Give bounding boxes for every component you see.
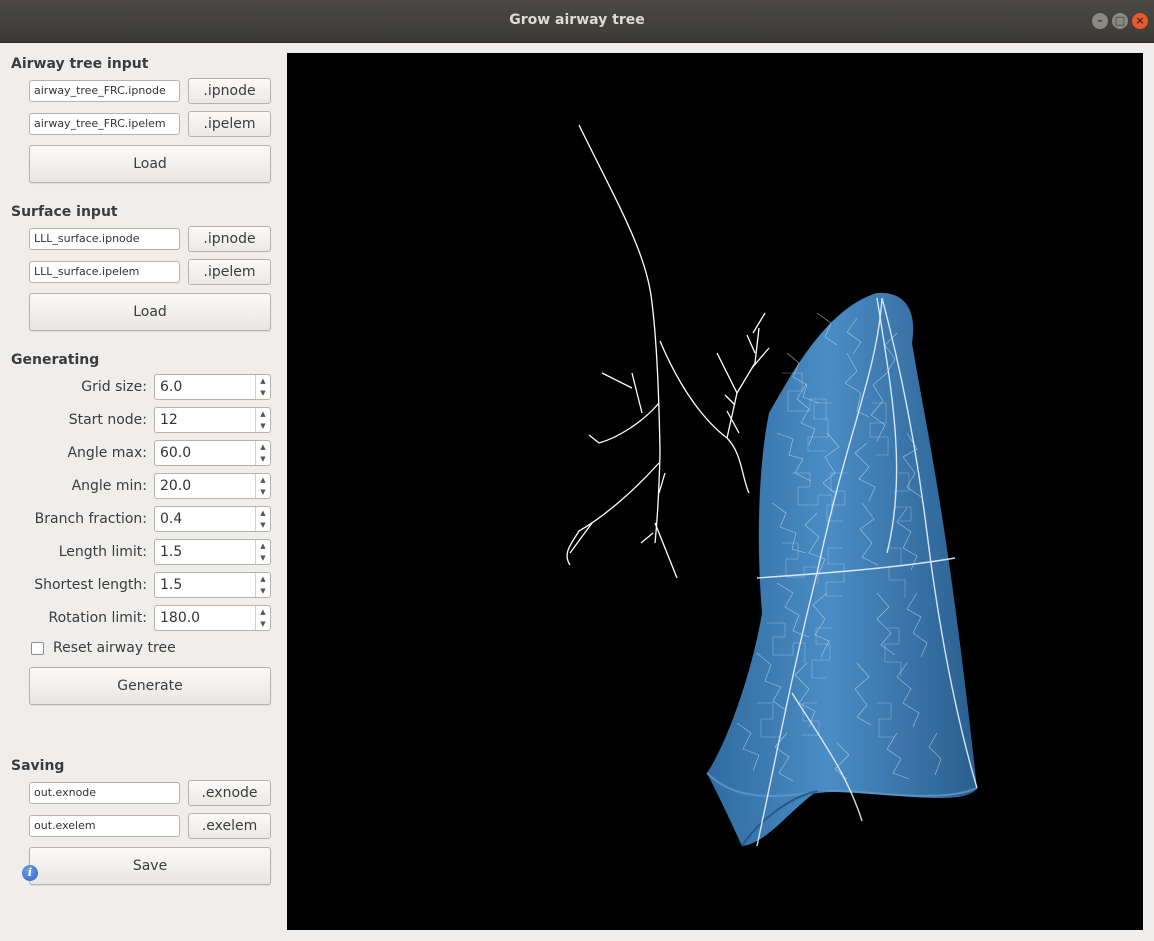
spin-up-icon[interactable]: ▲: [256, 441, 270, 453]
save-elem-file-field[interactable]: out.exelem: [29, 815, 180, 837]
angle-max-spinbox[interactable]: 60.0 ▲ ▼: [154, 440, 271, 466]
rotation-limit-value: 180.0: [160, 610, 201, 626]
grid-size-value: 6.0: [160, 379, 183, 395]
window-title: Grow airway tree: [509, 12, 645, 28]
spin-down-icon[interactable]: ▼: [256, 453, 270, 465]
angle-min-spinbox[interactable]: 20.0 ▲ ▼: [154, 473, 271, 499]
spin-down-icon[interactable]: ▼: [256, 420, 270, 432]
control-panel: Airway tree input airway_tree_FRC.ipnode…: [0, 43, 286, 941]
grid-size-label: Grid size:: [81, 379, 147, 395]
rotation-limit-spinbox[interactable]: 180.0 ▲ ▼: [154, 605, 271, 631]
airway-input-title: Airway tree input: [11, 56, 149, 72]
surface-ipnode-button[interactable]: .ipnode: [188, 226, 271, 252]
save-node-file-field[interactable]: out.exnode: [29, 782, 180, 804]
spin-down-icon[interactable]: ▼: [256, 387, 270, 399]
generating-title: Generating: [11, 352, 100, 368]
angle-min-label: Angle min:: [71, 478, 147, 494]
start-node-value: 12: [160, 412, 178, 428]
spin-up-icon[interactable]: ▲: [256, 507, 270, 519]
airway-node-file-field[interactable]: airway_tree_FRC.ipnode: [29, 80, 180, 102]
spin-down-icon[interactable]: ▼: [256, 618, 270, 630]
spin-down-icon[interactable]: ▼: [256, 486, 270, 498]
shortest-length-spinbox[interactable]: 1.5 ▲ ▼: [154, 572, 271, 598]
spin-up-icon[interactable]: ▲: [256, 573, 270, 585]
maximize-icon[interactable]: □: [1112, 13, 1128, 29]
airway-ipnode-button[interactable]: .ipnode: [188, 78, 271, 104]
surface-load-button[interactable]: Load: [29, 293, 271, 331]
title-bar: Grow airway tree – □ ×: [0, 0, 1154, 43]
airway-elem-file-field[interactable]: airway_tree_FRC.ipelem: [29, 113, 180, 135]
angle-max-label: Angle max:: [67, 445, 147, 461]
start-node-label: Start node:: [68, 412, 147, 428]
length-limit-value: 1.5: [160, 544, 183, 560]
branch-fraction-spinbox[interactable]: 0.4 ▲ ▼: [154, 506, 271, 532]
minimize-icon[interactable]: –: [1092, 13, 1108, 29]
grid-size-spinbox[interactable]: 6.0 ▲ ▼: [154, 374, 271, 400]
rotation-limit-label: Rotation limit:: [48, 610, 147, 626]
reset-airway-label: Reset airway tree: [53, 640, 176, 656]
shortest-length-value: 1.5: [160, 577, 183, 593]
saving-title: Saving: [11, 758, 65, 774]
start-node-spinbox[interactable]: 12 ▲ ▼: [154, 407, 271, 433]
spin-up-icon[interactable]: ▲: [256, 474, 270, 486]
spin-up-icon[interactable]: ▲: [256, 408, 270, 420]
airway-tree: [566, 124, 770, 579]
spin-up-icon[interactable]: ▲: [256, 375, 270, 387]
surface-ipelem-button[interactable]: .ipelem: [188, 259, 271, 285]
angle-max-value: 60.0: [160, 445, 192, 461]
lung-render: [566, 124, 978, 847]
spin-up-icon[interactable]: ▲: [256, 606, 270, 618]
save-exnode-button[interactable]: .exnode: [188, 780, 271, 806]
save-button[interactable]: Save: [29, 847, 271, 885]
generate-button[interactable]: Generate: [29, 667, 271, 705]
surface-input-title: Surface input: [11, 204, 118, 220]
surface-node-file-field[interactable]: LLL_surface.ipnode: [29, 228, 180, 250]
spin-down-icon[interactable]: ▼: [256, 552, 270, 564]
spin-down-icon[interactable]: ▼: [256, 585, 270, 597]
3d-viewport[interactable]: [287, 53, 1143, 930]
length-limit-label: Length limit:: [58, 544, 147, 560]
spin-up-icon[interactable]: ▲: [256, 540, 270, 552]
reset-airway-checkbox[interactable]: [31, 642, 44, 655]
branch-fraction-label: Branch fraction:: [34, 511, 147, 527]
branch-fraction-value: 0.4: [160, 511, 183, 527]
length-limit-spinbox[interactable]: 1.5 ▲ ▼: [154, 539, 271, 565]
save-exelem-button[interactable]: .exelem: [188, 813, 271, 839]
airway-load-button[interactable]: Load: [29, 145, 271, 183]
airway-ipelem-button[interactable]: .ipelem: [188, 111, 271, 137]
close-icon[interactable]: ×: [1132, 13, 1148, 29]
angle-min-value: 20.0: [160, 478, 192, 494]
info-icon[interactable]: i: [22, 865, 38, 881]
spin-down-icon[interactable]: ▼: [256, 519, 270, 531]
shortest-length-label: Shortest length:: [34, 577, 147, 593]
surface-elem-file-field[interactable]: LLL_surface.ipelem: [29, 261, 180, 283]
